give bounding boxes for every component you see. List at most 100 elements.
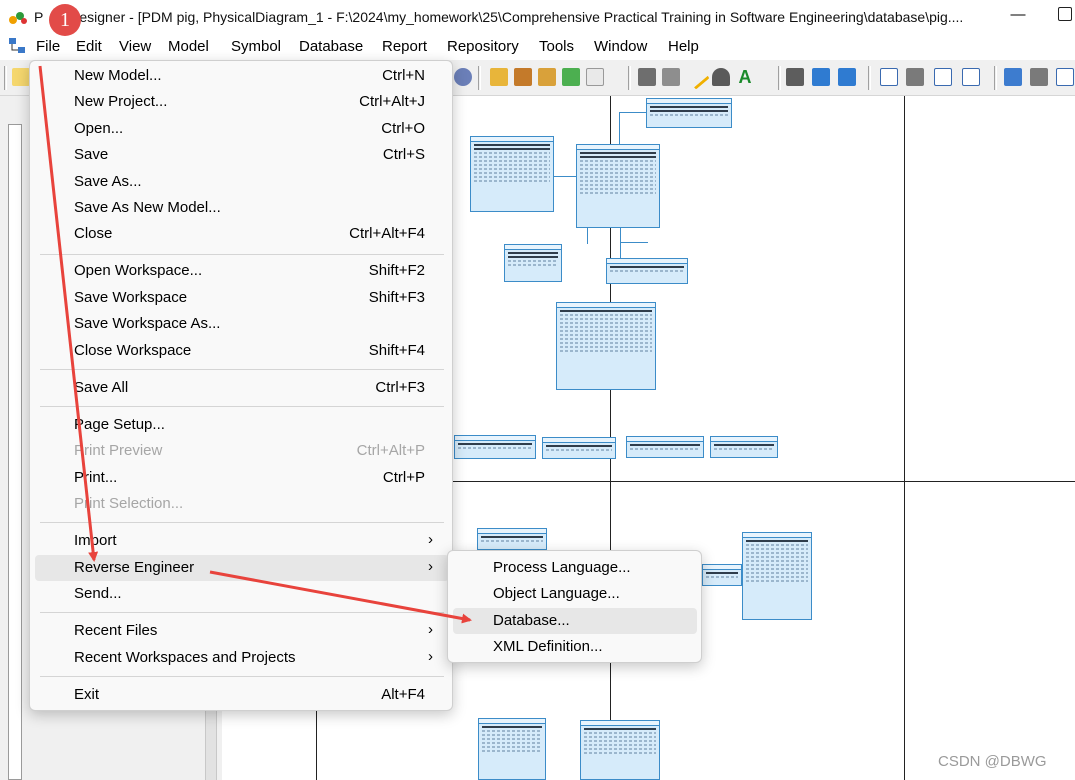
- watermark: CSDN @DBWG: [938, 753, 1047, 770]
- table-entity[interactable]: [470, 136, 554, 212]
- toolbar-separator: [868, 66, 871, 90]
- toolbar-separator: [778, 66, 781, 90]
- reference-line: [620, 228, 621, 258]
- menu-file[interactable]: File: [36, 38, 60, 55]
- menu-item-close[interactable]: Close Ctrl+Alt+F4: [35, 221, 449, 247]
- frame-icon[interactable]: [662, 68, 680, 86]
- group-icon[interactable]: [638, 68, 656, 86]
- menu-item-print-selection: Print Selection...: [74, 495, 184, 512]
- submenu-item-process-language[interactable]: Process Language...: [453, 555, 697, 581]
- menu-separator: [40, 612, 444, 613]
- menu-separator: [40, 369, 444, 370]
- menu-item-save-workspace[interactable]: Save Workspace Shift+F3: [35, 285, 449, 311]
- check-icon[interactable]: [586, 68, 604, 86]
- shape-icon[interactable]: [786, 68, 804, 86]
- menu-model[interactable]: Model: [168, 38, 209, 55]
- page-icon[interactable]: [1056, 68, 1074, 86]
- submenu-item-object-language[interactable]: Object Language...: [453, 581, 697, 607]
- menu-separator: [40, 522, 444, 523]
- menu-separator: [40, 406, 444, 407]
- table-entity[interactable]: [454, 435, 536, 459]
- refresh-icon[interactable]: [562, 68, 580, 86]
- maximize-button[interactable]: [1058, 7, 1072, 21]
- menu-item-import[interactable]: Import ›: [35, 528, 449, 554]
- reference-line: [620, 242, 648, 243]
- menu-item-recent-files[interactable]: Recent Files ›: [35, 618, 449, 644]
- table-entity[interactable]: [556, 302, 656, 390]
- menu-view[interactable]: View: [119, 38, 151, 55]
- toolbar-separator: [4, 66, 7, 90]
- menu-item-recent-workspaces[interactable]: Recent Workspaces and Projects ›: [35, 645, 449, 671]
- step-number-badge: 1: [49, 4, 81, 36]
- table-entity[interactable]: [702, 564, 742, 586]
- text-color-icon[interactable]: A: [736, 68, 754, 86]
- menu-window[interactable]: Window: [594, 38, 647, 55]
- table-entity[interactable]: [580, 720, 660, 780]
- chevron-right-icon: ›: [428, 648, 433, 665]
- table-entity[interactable]: [478, 718, 546, 780]
- menu-item-open-workspace[interactable]: Open Workspace... Shift+F2: [35, 258, 449, 284]
- table-entity[interactable]: [477, 528, 547, 550]
- menu-bar: File Edit View Model Symbol Database Rep…: [0, 34, 1075, 60]
- layout-icon[interactable]: [1004, 68, 1022, 86]
- table-entity[interactable]: [626, 436, 704, 458]
- menu-item-new-model[interactable]: New Model... Ctrl+N: [35, 63, 449, 89]
- align-right-icon[interactable]: [934, 68, 952, 86]
- menu-item-close-workspace[interactable]: Close Workspace Shift+F4: [35, 338, 449, 364]
- menu-database[interactable]: Database: [299, 38, 363, 55]
- fill-icon[interactable]: [712, 68, 730, 86]
- menu-edit[interactable]: Edit: [76, 38, 102, 55]
- menu-help[interactable]: Help: [668, 38, 699, 55]
- menu-item-exit[interactable]: Exit Alt+F4: [35, 682, 449, 708]
- toolbar-separator: [994, 66, 997, 90]
- arrow-left-icon[interactable]: [812, 68, 830, 86]
- table-entity[interactable]: [710, 436, 778, 458]
- align-left-icon[interactable]: [880, 68, 898, 86]
- table-entity[interactable]: [542, 437, 616, 459]
- menu-item-reverse-engineer[interactable]: Reverse Engineer ›: [35, 555, 449, 581]
- page-boundary-line: [904, 96, 905, 780]
- reference-line: [619, 112, 620, 144]
- reference-line: [587, 228, 588, 244]
- minimize-button[interactable]: —: [1008, 6, 1028, 26]
- menu-item-save[interactable]: Save Ctrl+S: [35, 142, 449, 168]
- reference-line: [554, 176, 576, 177]
- table-entity[interactable]: [606, 258, 688, 284]
- toolbar-separator: [478, 66, 481, 90]
- menu-item-page-setup[interactable]: Page Setup...: [35, 412, 449, 438]
- merge-icon[interactable]: [514, 68, 532, 86]
- submenu-item-database[interactable]: Database...: [453, 608, 697, 634]
- menu-item-send[interactable]: Send...: [35, 581, 449, 607]
- menu-item-open[interactable]: Open... Ctrl+O: [35, 116, 449, 142]
- menu-item-print-preview: Print Preview Ctrl+Alt+P: [74, 442, 425, 459]
- generate-icon[interactable]: [490, 68, 508, 86]
- menu-report[interactable]: Report: [382, 38, 427, 55]
- table-entity[interactable]: [576, 144, 660, 228]
- menu-item-save-workspace-as[interactable]: Save Workspace As...: [35, 311, 449, 337]
- powerdesigner-window: Pesigner - [PDM pig, PhysicalDiagram_1 -…: [0, 0, 1075, 780]
- align-top-icon[interactable]: [962, 68, 980, 86]
- align-center-icon[interactable]: [906, 68, 924, 86]
- menu-symbol[interactable]: Symbol: [231, 38, 281, 55]
- title-bar: Pesigner - [PDM pig, PhysicalDiagram_1 -…: [0, 0, 1075, 34]
- menu-item-save-as[interactable]: Save As...: [35, 169, 449, 195]
- zoom-icon[interactable]: [1030, 68, 1048, 86]
- table-entity[interactable]: [646, 98, 732, 128]
- menu-tools[interactable]: Tools: [539, 38, 574, 55]
- menu-repository[interactable]: Repository: [447, 38, 519, 55]
- new-icon[interactable]: [12, 68, 30, 86]
- menu-item-save-as-new-model[interactable]: Save As New Model...: [35, 195, 449, 221]
- submenu-item-xml-definition[interactable]: XML Definition...: [453, 634, 697, 660]
- menu-item-save-all[interactable]: Save All Ctrl+F3: [35, 375, 449, 401]
- pencil-icon[interactable]: [684, 64, 710, 90]
- browser-tree[interactable]: [8, 124, 22, 780]
- menu-item-new-project[interactable]: New Project... Ctrl+Alt+J: [35, 89, 449, 115]
- object-browser: [0, 96, 32, 780]
- arrow-right-icon[interactable]: [838, 68, 856, 86]
- menu-item-print[interactable]: Print... Ctrl+P: [35, 465, 449, 491]
- model-icon[interactable]: [454, 68, 472, 86]
- compare-icon[interactable]: [538, 68, 556, 86]
- reference-line: [619, 112, 647, 113]
- table-entity[interactable]: [504, 244, 562, 282]
- table-entity[interactable]: [742, 532, 812, 620]
